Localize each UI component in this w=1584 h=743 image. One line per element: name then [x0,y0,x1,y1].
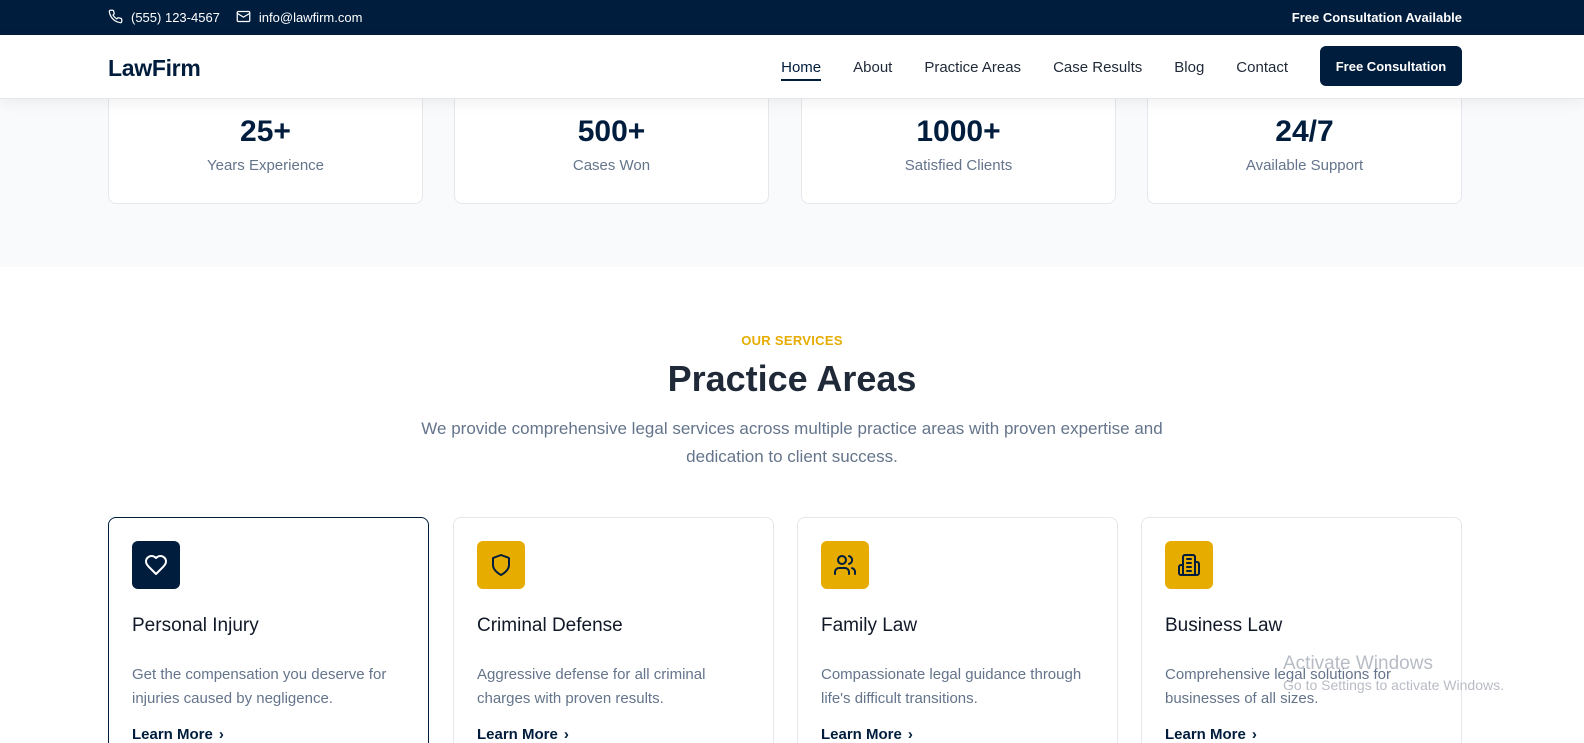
section-title: Practice Areas [667,358,917,399]
stat-value: 500+ [577,115,646,148]
card-title: Personal Injury [132,615,259,636]
stat-card: 1000+ Satisfied Clients [801,99,1116,204]
chevron-right-icon: › [218,726,224,743]
mail-icon [236,9,251,27]
card-title: Criminal Defense [477,615,623,636]
practice-card-criminal-defense[interactable]: Criminal Defense Aggressive defense for … [453,517,774,743]
practice-card-personal-injury[interactable]: Personal Injury Get the compensation you… [108,517,429,743]
building-icon [1165,541,1213,589]
card-description: Aggressive defense for all criminal char… [477,666,706,707]
nav-practice-areas[interactable]: Practice Areas [924,59,1021,76]
nav-home[interactable]: Home [781,59,822,81]
stat-card: 500+ Cases Won [454,99,769,204]
stat-label: Cases Won [572,157,651,174]
consultation-availability: Free Consultation Available [1291,10,1462,25]
learn-more-link[interactable]: Learn More › [1165,726,1257,743]
heart-icon [132,541,180,589]
practice-card-business-law[interactable]: Business Law Comprehensive legal solutio… [1141,517,1462,743]
email-contact[interactable]: info@lawfirm.com [236,9,363,27]
learn-more-link[interactable]: Learn More › [132,726,224,743]
learn-more-label: Learn More [821,726,902,743]
phone-icon [108,9,123,27]
users-icon [821,541,869,589]
stat-label: Available Support [1245,157,1364,174]
shield-icon [477,541,525,589]
nav-contact[interactable]: Contact [1236,59,1288,76]
card-description: Compassionate legal guidance through lif… [821,666,1082,707]
stats-section: 25+ Years Experience 500+ Cases Won 1000… [0,99,1584,267]
logo[interactable]: LawFirm [108,55,201,82]
free-consultation-button[interactable]: Free Consultation [1320,46,1462,86]
chevron-right-icon: › [1251,726,1257,743]
learn-more-label: Learn More [477,726,558,743]
main-nav: Home About Practice Areas Case Results B… [781,35,1288,99]
card-description: Comprehensive legal solutions for busine… [1165,666,1391,707]
top-bar: (555) 123-4567 info@lawfirm.com Free Con… [0,0,1584,35]
section-subtitle: We provide comprehensive legal services … [421,419,1163,466]
learn-more-label: Learn More [132,726,213,743]
stat-value: 1000+ [916,115,1001,148]
chevron-right-icon: › [563,726,569,743]
section-eyebrow: OUR SERVICES [741,333,843,348]
nav-about[interactable]: About [853,59,892,76]
stat-card: 24/7 Available Support [1147,99,1462,204]
phone-number: (555) 123-4567 [131,10,220,25]
phone-contact[interactable]: (555) 123-4567 [108,9,220,27]
chevron-right-icon: › [907,726,913,743]
practice-card-family-law[interactable]: Family Law Compassionate legal guidance … [797,517,1118,743]
learn-more-link[interactable]: Learn More › [821,726,913,743]
stat-card: 25+ Years Experience [108,99,423,204]
learn-more-link[interactable]: Learn More › [477,726,569,743]
card-title: Business Law [1165,615,1283,636]
site-header: LawFirm Home About Practice Areas Case R… [0,35,1584,99]
nav-case-results[interactable]: Case Results [1053,59,1142,76]
card-title: Family Law [821,615,918,636]
stat-label: Satisfied Clients [904,157,1013,174]
email-address: info@lawfirm.com [258,10,363,25]
stat-label: Years Experience [206,157,325,174]
stat-value: 25+ [240,115,291,148]
card-description: Get the compensation you deserve for inj… [132,666,387,707]
learn-more-label: Learn More [1165,726,1246,743]
stat-value: 24/7 [1275,115,1334,148]
nav-blog[interactable]: Blog [1174,59,1204,76]
